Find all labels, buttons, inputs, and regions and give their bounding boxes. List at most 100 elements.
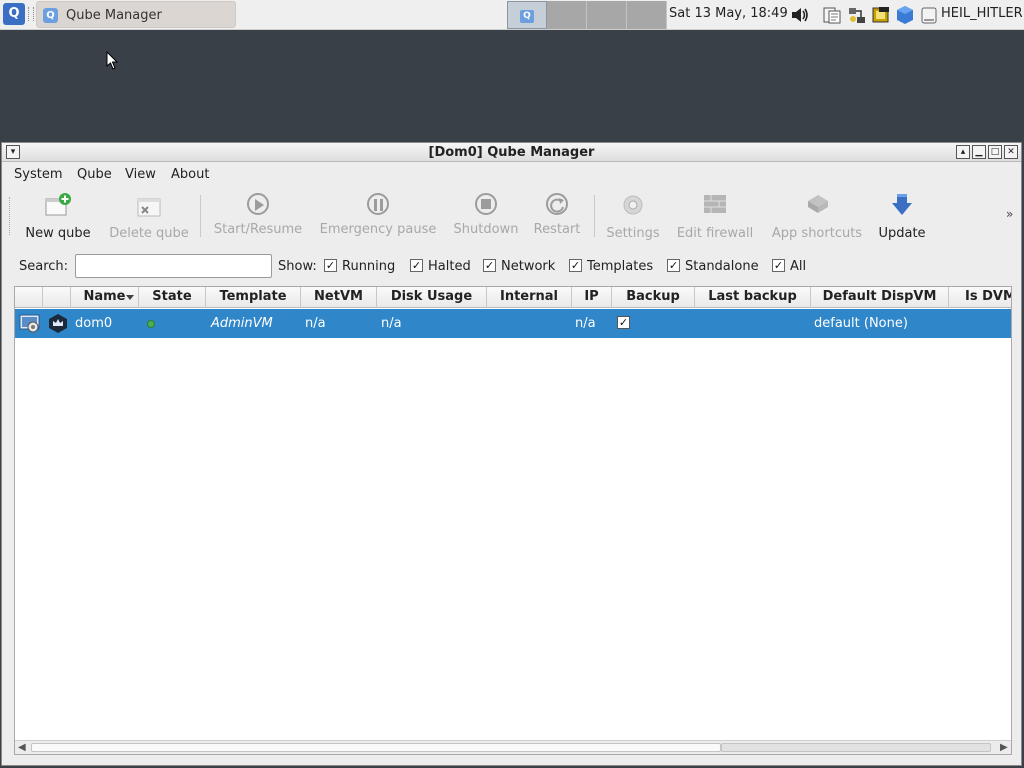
toolbar-overflow-button[interactable]: » (1006, 207, 1013, 221)
network-devices-icon[interactable] (847, 5, 867, 25)
standalone-checkbox[interactable]: ✓ (667, 259, 680, 272)
column-default-dispvm[interactable]: Default DispVM (811, 287, 949, 308)
all-checkbox[interactable]: ✓ (772, 259, 785, 272)
standalone-label[interactable]: Standalone (685, 259, 759, 274)
running-checkbox[interactable]: ✓ (324, 259, 337, 272)
top-panel: Q Q Qube Manager Q Sat 13 May, 18:49 HEI… (0, 0, 1024, 30)
scrollbar-thumb[interactable] (721, 743, 991, 752)
column-last-backup[interactable]: Last backup (695, 287, 811, 308)
column-is-dvm[interactable]: Is DVM (949, 287, 1011, 308)
scroll-left-arrow[interactable]: ◀ (18, 742, 26, 753)
workspace-4[interactable] (627, 1, 667, 29)
delete-qube-icon (137, 198, 161, 217)
emergency-pause-label: Emergency pause (319, 222, 437, 237)
qube-default-dispvm: default (None) (814, 316, 908, 331)
restart-button[interactable]: Restart (530, 191, 584, 241)
column-name[interactable]: Name (71, 287, 139, 308)
stop-icon (471, 191, 501, 219)
admin-vm-type-icon (19, 314, 40, 333)
column-name-label: Name (83, 289, 126, 304)
workspace-1[interactable]: Q (507, 1, 547, 29)
workspace-2[interactable] (547, 1, 587, 29)
halted-checkbox[interactable]: ✓ (410, 259, 423, 272)
column-backup[interactable]: Backup (612, 287, 695, 308)
close-button[interactable]: ✕ (1004, 145, 1018, 159)
search-label: Search: (19, 259, 69, 274)
column-type[interactable] (15, 287, 43, 308)
qube-label-icon (49, 314, 67, 333)
halted-label[interactable]: Halted (428, 259, 471, 274)
restart-label: Restart (533, 222, 581, 237)
window-titlebar[interactable]: ▾ [Dom0] Qube Manager ▴ ▁ □ ✕ (2, 143, 1021, 162)
restart-icon (542, 191, 572, 219)
filter-bar: Search: Show: ✓ Running ✓ Halted ✓ Netwo… (2, 253, 1021, 283)
start-resume-button[interactable]: Start/Resume (210, 191, 306, 241)
table-header: Name State Template NetVM Disk Usage Int… (15, 287, 1011, 308)
scroll-right-arrow[interactable]: ▶ (1000, 742, 1008, 753)
column-label[interactable] (43, 287, 71, 308)
application-menu-button[interactable]: Q (3, 3, 25, 25)
update-arrow-icon (892, 194, 912, 215)
column-state[interactable]: State (139, 287, 206, 308)
templates-checkbox[interactable]: ✓ (569, 259, 582, 272)
emergency-pause-button[interactable]: Emergency pause (314, 191, 442, 241)
menu-view[interactable]: View (125, 167, 156, 182)
menu-about[interactable]: About (171, 167, 209, 182)
update-button[interactable]: Update (876, 191, 928, 241)
column-template[interactable]: Template (206, 287, 301, 308)
clock[interactable]: Sat 13 May, 18:49 (669, 6, 788, 21)
toolbar-grip[interactable] (9, 197, 12, 235)
network-checkbox[interactable]: ✓ (483, 259, 496, 272)
qube-template: AdminVM (211, 316, 273, 331)
sort-descending-icon (126, 295, 134, 300)
templates-label[interactable]: Templates (587, 259, 653, 274)
disk-space-icon[interactable] (919, 5, 939, 25)
column-disk-usage[interactable]: Disk Usage (377, 287, 487, 308)
menu-bar: System Qube View About (2, 163, 1021, 187)
app-shortcuts-button[interactable]: App shortcuts (768, 191, 866, 241)
user-name[interactable]: HEIL_HITLER (941, 6, 1023, 21)
running-label[interactable]: Running (342, 259, 395, 274)
shade-button[interactable]: ▴ (956, 145, 970, 159)
edit-firewall-button[interactable]: Edit firewall (674, 191, 756, 241)
minimize-button[interactable]: ▁ (972, 145, 986, 159)
clipboard-icon[interactable] (822, 5, 842, 25)
search-input[interactable] (75, 254, 272, 278)
qube-name: dom0 (75, 316, 113, 331)
table-row[interactable]: dom0 AdminVM n/a n/a n/a ✓ default (None… (15, 309, 1011, 338)
gear-icon (623, 195, 643, 215)
settings-label: Settings (606, 226, 660, 241)
column-netvm[interactable]: NetVM (301, 287, 377, 308)
all-label[interactable]: All (790, 259, 806, 274)
qube-manager-window: ▾ [Dom0] Qube Manager ▴ ▁ □ ✕ System Qub… (1, 142, 1022, 766)
volume-icon[interactable] (790, 5, 810, 25)
scrollbar-track-space (31, 743, 721, 752)
shutdown-button[interactable]: Shutdown (450, 191, 522, 241)
workspace-3[interactable] (587, 1, 627, 29)
horizontal-scrollbar[interactable]: ◀ ▶ (15, 740, 1011, 754)
mouse-cursor (106, 51, 119, 70)
column-ip[interactable]: IP (572, 287, 612, 308)
column-internal[interactable]: Internal (487, 287, 572, 308)
taskbar-item-qube-manager[interactable]: Q Qube Manager (36, 1, 236, 28)
qubes-domains-icon[interactable] (895, 5, 915, 25)
updates-available-icon[interactable] (871, 5, 891, 25)
app-shortcuts-icon (808, 195, 828, 213)
shutdown-label: Shutdown (453, 222, 519, 237)
settings-button[interactable]: Settings (602, 191, 664, 241)
delete-qube-button[interactable]: Delete qube (106, 191, 192, 241)
menu-qube[interactable]: Qube (77, 167, 112, 182)
menu-system[interactable]: System (14, 167, 62, 182)
new-qube-button[interactable]: New qube (22, 191, 94, 241)
qube-manager-mini-icon: Q (520, 10, 534, 23)
window-title: [Dom0] Qube Manager (428, 145, 595, 160)
show-label: Show: (278, 259, 317, 274)
pause-icon (363, 191, 393, 219)
network-label[interactable]: Network (501, 259, 555, 274)
backup-checkbox[interactable]: ✓ (617, 316, 630, 329)
start-resume-label: Start/Resume (213, 222, 303, 237)
qube-netvm: n/a (305, 316, 326, 331)
qube-manager-icon: Q (43, 8, 58, 23)
delete-qube-label: Delete qube (109, 226, 189, 241)
maximize-button[interactable]: □ (988, 145, 1002, 159)
